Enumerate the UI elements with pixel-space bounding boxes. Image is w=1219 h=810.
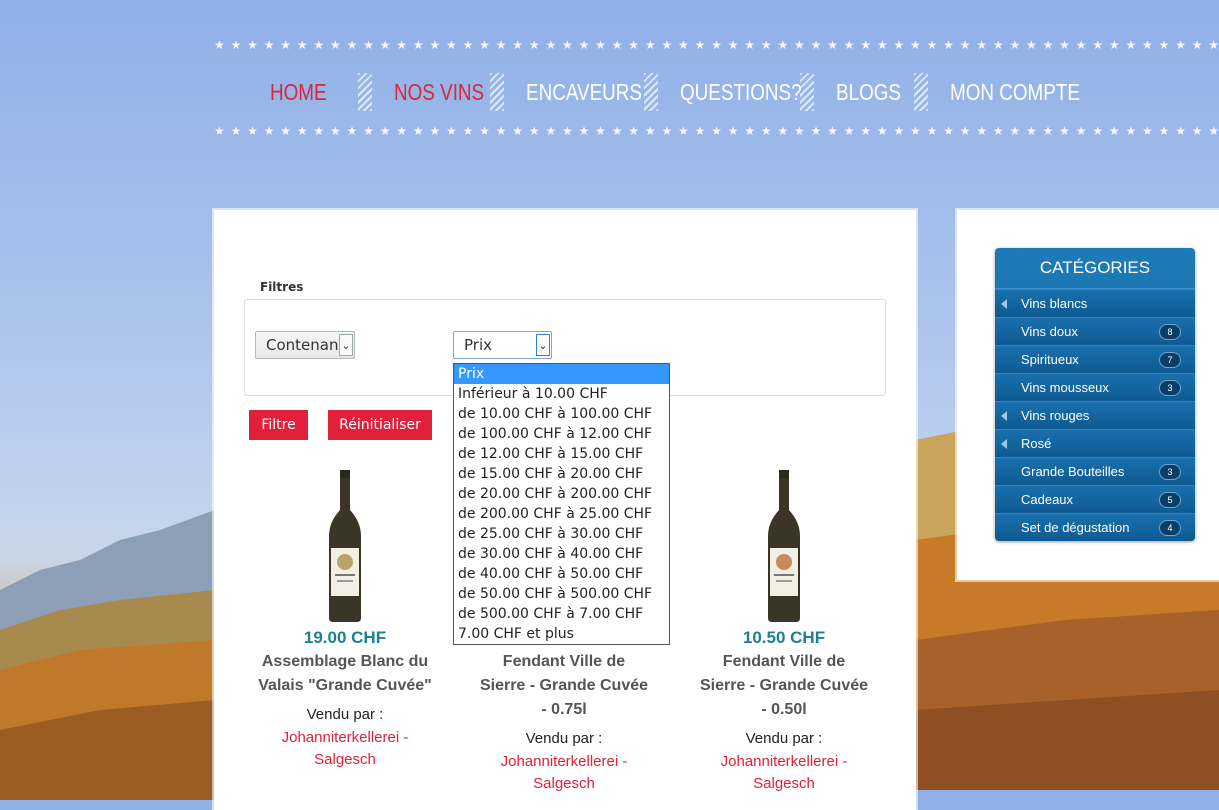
star-border-bottom: ★ ★ ★ ★ ★ ★ ★ ★ ★ ★ ★ ★ ★ ★ ★ ★ ★ ★ ★ ★ … [214,124,1219,138]
nav-questions[interactable]: QUESTIONS? [680,79,802,106]
nav-encaveurs[interactable]: ENCAVEURS [526,79,642,106]
category-grande-bouteilles[interactable]: Grande Bouteilles 3 [995,457,1195,485]
categories-title: CATÉGORIES [995,248,1195,289]
prix-option[interactable]: de 12.00 CHF à 15.00 CHF [454,444,669,464]
prix-option[interactable]: de 50.00 CHF à 500.00 CHF [454,584,669,604]
nav-separator [358,73,372,111]
main-nav: HOME NOS VINS ENCAVEURS QUESTIONS? BLOGS… [270,72,1080,112]
prix-option[interactable]: de 10.00 CHF à 100.00 CHF [454,404,669,424]
category-vins-rouges[interactable]: Vins rouges [995,401,1195,429]
wine-bottle-image[interactable] [327,470,363,622]
category-rose[interactable]: Rosé [995,429,1195,457]
mountain-background [0,510,215,800]
category-cadeaux[interactable]: Cadeaux 5 [995,485,1195,513]
category-spiritueux[interactable]: Spiritueux 7 [995,345,1195,373]
product-card[interactable]: 10.50 CHF Fendant Ville de Sierre - Gran… [684,470,884,795]
expand-arrow-icon[interactable] [1001,299,1007,309]
category-label: Set de dégustation [1021,520,1130,535]
contenance-select-value: Contenan [266,336,339,354]
seller-link[interactable]: Johanniterkellerei - Salgesch [684,751,884,795]
category-set-degustation[interactable]: Set de dégustation 4 [995,513,1195,541]
category-vins-mousseux[interactable]: Vins mousseux 3 [995,373,1195,401]
category-label: Cadeaux [1021,492,1074,507]
nav-separator [800,73,814,111]
wine-bottle-image[interactable] [766,470,802,622]
categories-menu: CATÉGORIES Vins blancs Vins doux 8 Spiri… [995,248,1195,541]
product-name[interactable]: Assemblage Blanc du Valais "Grande Cuvée… [245,650,445,698]
category-label: Vins doux [1021,324,1078,339]
category-count-badge: 3 [1159,380,1181,396]
star-border-top: ★ ★ ★ ★ ★ ★ ★ ★ ★ ★ ★ ★ ★ ★ ★ ★ ★ ★ ★ ★ … [214,38,1219,52]
chevron-down-icon: ⌄ [339,334,353,356]
nav-separator [644,73,658,111]
sold-by-label: Vendu par : [306,706,384,723]
product-price: 10.50 CHF [742,628,826,647]
nav-separator [490,73,504,111]
category-label: Rosé [1021,436,1052,451]
category-count-badge: 3 [1159,464,1181,480]
filters-legend: Filtres [254,280,310,294]
chevron-down-icon: ⌄ [536,334,550,356]
category-label: Spiritueux [1021,352,1079,367]
product-card[interactable]: 19.00 CHF Assemblage Blanc du Valais "Gr… [245,470,445,771]
prix-option[interactable]: Inférieur à 10.00 CHF [454,384,669,404]
category-label: Vins mousseux [1021,380,1109,395]
expand-arrow-icon[interactable] [1001,439,1007,449]
prix-option[interactable]: de 500.00 CHF à 7.00 CHF [454,604,669,624]
category-count-badge: 8 [1159,324,1181,340]
expand-arrow-icon[interactable] [1001,411,1007,421]
prix-option[interactable]: Prix [454,364,669,384]
prix-option[interactable]: de 40.00 CHF à 50.00 CHF [454,564,669,584]
category-count-badge: 5 [1159,492,1181,508]
category-vins-doux[interactable]: Vins doux 8 [995,317,1195,345]
seller-link[interactable]: Johanniterkellerei - Salgesch [245,727,445,771]
category-label: Grande Bouteilles [1021,464,1125,479]
prix-option[interactable]: de 30.00 CHF à 40.00 CHF [454,544,669,564]
category-label: Vins blancs [1021,296,1088,311]
product-price: 19.00 CHF [303,628,387,647]
nav-nos-vins[interactable]: NOS VINS [394,79,484,106]
reset-button[interactable]: Réinitialiser [328,410,432,440]
product-name[interactable]: Fendant Ville de Sierre - Grande Cuvée -… [684,650,884,722]
prix-option[interactable]: de 15.00 CHF à 20.00 CHF [454,464,669,484]
prix-option[interactable]: de 20.00 CHF à 200.00 CHF [454,484,669,504]
nav-blogs[interactable]: BLOGS [836,79,901,106]
category-vins-blancs[interactable]: Vins blancs [995,289,1195,317]
category-count-badge: 7 [1159,352,1181,368]
sold-by-label: Vendu par : [525,730,603,747]
filter-button[interactable]: Filtre [249,410,308,440]
prix-option[interactable]: de 25.00 CHF à 30.00 CHF [454,524,669,544]
nav-separator [914,73,928,111]
prix-select-value: Prix [464,336,492,354]
prix-option[interactable]: 7.00 CHF et plus [454,624,669,644]
prix-select[interactable]: Prix ⌄ [453,331,552,359]
prix-option[interactable]: de 100.00 CHF à 12.00 CHF [454,424,669,444]
nav-mon-compte[interactable]: MON COMPTE [950,79,1080,106]
nav-home[interactable]: HOME [270,79,327,106]
contenance-select[interactable]: Contenan ⌄ [255,331,355,359]
seller-link[interactable]: Johanniterkellerei - Salgesch [464,751,664,795]
category-count-badge: 4 [1159,520,1181,536]
sold-by-label: Vendu par : [745,730,823,747]
prix-dropdown-list: Prix Inférieur à 10.00 CHF de 10.00 CHF … [453,363,670,645]
prix-option[interactable]: de 200.00 CHF à 25.00 CHF [454,504,669,524]
category-label: Vins rouges [1021,408,1090,423]
product-name[interactable]: Fendant Ville de Sierre - Grande Cuvée -… [464,650,664,722]
